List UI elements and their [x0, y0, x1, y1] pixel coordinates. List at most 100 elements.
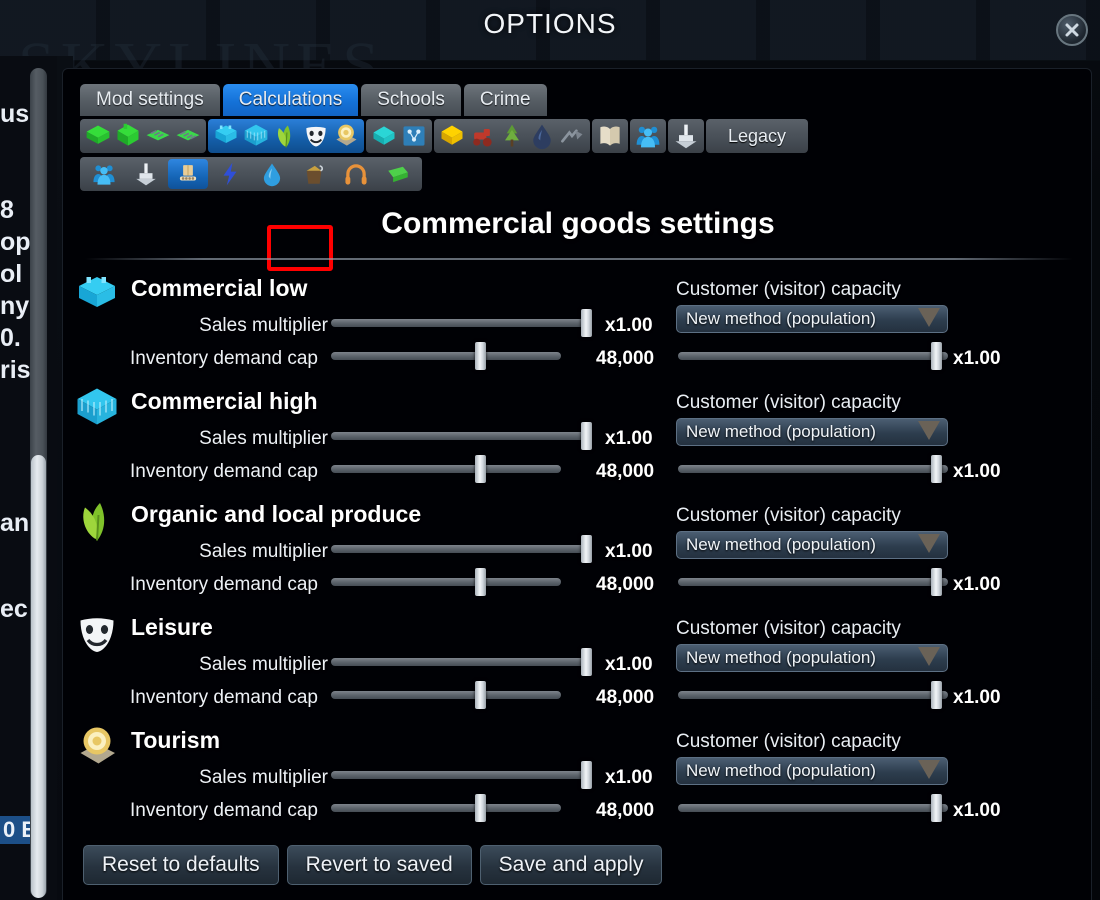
citizens-icon[interactable]	[84, 159, 124, 189]
sales-multiplier-slider-thumb[interactable]	[581, 648, 592, 676]
capacity-method-dropdown[interactable]: New method (population)	[676, 757, 948, 785]
category-group-citizens-group[interactable]	[630, 119, 666, 153]
tab-calculations[interactable]: Calculations	[222, 84, 359, 116]
capacity-multiplier-slider-track[interactable]	[678, 804, 948, 812]
sales-multiplier-slider-track[interactable]	[331, 545, 586, 553]
oil-icon[interactable]	[528, 122, 556, 150]
sales-multiplier-slider-thumb[interactable]	[581, 309, 592, 337]
office-icon[interactable]	[370, 122, 398, 150]
chevron-down-icon[interactable]	[918, 760, 940, 779]
organic-produce-icon[interactable]	[272, 122, 300, 150]
chevron-down-icon[interactable]	[918, 421, 940, 440]
garbage-icon[interactable]	[294, 159, 334, 189]
category-group-office-group[interactable]	[366, 119, 432, 153]
inventory-demand-cap-slider-track[interactable]	[331, 352, 561, 360]
revert-to-saved-button[interactable]: Revert to saved	[286, 845, 472, 885]
capacity-multiplier-slider-thumb[interactable]	[931, 342, 942, 370]
capacity-multiplier-slider-track[interactable]	[678, 691, 948, 699]
tab-crime[interactable]: Crime	[463, 84, 547, 116]
category-group-services-group[interactable]	[668, 119, 704, 153]
category-group-residential-group[interactable]	[80, 119, 206, 153]
sales-multiplier-slider-thumb[interactable]	[581, 422, 592, 450]
res-low-icon[interactable]	[84, 122, 112, 150]
res-high-eco-icon[interactable]	[174, 122, 202, 150]
close-icon[interactable]	[1056, 14, 1088, 46]
inventory-demand-cap-slider-thumb[interactable]	[475, 455, 486, 483]
forestry-icon[interactable]	[498, 122, 526, 150]
customer-capacity-label: Customer (visitor) capacity	[676, 731, 901, 752]
settings-group: Commercial high Customer (visitor) capaci…	[63, 380, 1093, 493]
inventory-demand-cap-value: 48,000	[596, 461, 655, 482]
it-cluster-icon[interactable]	[400, 122, 428, 150]
res-low-eco-icon[interactable]	[144, 122, 172, 150]
capacity-method-dropdown[interactable]: New method (population)	[676, 531, 948, 559]
inventory-demand-cap-slider-track[interactable]	[331, 691, 561, 699]
services-icon[interactable]	[672, 122, 700, 150]
chevron-down-icon[interactable]	[918, 534, 940, 553]
background-text-fragment: risi	[0, 356, 34, 384]
book-icon[interactable]	[596, 122, 624, 150]
inventory-demand-cap-slider-thumb[interactable]	[475, 794, 486, 822]
page-title: OPTIONS	[483, 8, 617, 39]
sales-multiplier-slider-track[interactable]	[331, 319, 586, 327]
capacity-multiplier-slider-thumb[interactable]	[931, 681, 942, 709]
sales-multiplier-slider-track[interactable]	[331, 771, 586, 779]
capacity-multiplier-slider-track[interactable]	[678, 352, 948, 360]
category-group-industry-group[interactable]	[434, 119, 590, 153]
capacity-multiplier-slider-thumb[interactable]	[931, 794, 942, 822]
capacity-multiplier-value: x1.00	[953, 461, 1001, 482]
chevron-down-icon[interactable]	[918, 647, 940, 666]
chevron-down-icon[interactable]	[918, 308, 940, 327]
money-icon[interactable]	[378, 159, 418, 189]
capacity-multiplier-slider-track[interactable]	[678, 465, 948, 473]
sales-multiplier-value: x1.00	[605, 654, 653, 675]
ore-icon[interactable]	[558, 122, 586, 150]
inventory-demand-cap-slider-track[interactable]	[331, 465, 561, 473]
inventory-demand-cap-slider-thumb[interactable]	[475, 342, 486, 370]
sales-multiplier-slider-track[interactable]	[331, 658, 586, 666]
entertainment-icon[interactable]	[336, 159, 376, 189]
commercial-goods-icon[interactable]	[168, 159, 208, 189]
customer-capacity-label: Customer (visitor) capacity	[676, 392, 901, 413]
electricity-icon[interactable]	[210, 159, 250, 189]
services-icon[interactable]	[126, 159, 166, 189]
left-scrollbar-thumb[interactable]	[31, 455, 46, 898]
inventory-demand-cap-slider-track[interactable]	[331, 804, 561, 812]
sales-multiplier-value: x1.00	[605, 767, 653, 788]
reset-to-defaults-button[interactable]: Reset to defaults	[83, 845, 279, 885]
capacity-method-dropdown[interactable]: New method (population)	[676, 644, 948, 672]
res-high-icon[interactable]	[114, 122, 142, 150]
commercial-low-icon[interactable]	[212, 122, 240, 150]
sales-multiplier-slider-track[interactable]	[331, 432, 586, 440]
water-icon[interactable]	[252, 159, 292, 189]
inventory-demand-cap-label: Inventory demand cap	[129, 800, 318, 821]
inventory-demand-cap-slider-thumb[interactable]	[475, 681, 486, 709]
tab-schools[interactable]: Schools	[361, 84, 461, 116]
capacity-method-dropdown[interactable]: New method (population)	[676, 305, 948, 333]
sales-multiplier-label: Sales multiplier	[199, 767, 328, 788]
tourism-icon[interactable]	[332, 122, 360, 150]
inventory-demand-cap-slider-thumb[interactable]	[475, 568, 486, 596]
farming-icon[interactable]	[468, 122, 496, 150]
inventory-demand-cap-slider-track[interactable]	[331, 578, 561, 586]
settings-group: Commercial low Customer (visitor) capacit…	[63, 267, 1093, 380]
capacity-multiplier-slider-thumb[interactable]	[931, 455, 942, 483]
settings-list: Commercial low Customer (visitor) capacit…	[63, 267, 1093, 832]
sales-multiplier-slider-thumb[interactable]	[581, 761, 592, 789]
citizens-icon[interactable]	[634, 122, 662, 150]
category-group-legacy-group[interactable]: Legacy	[706, 119, 809, 153]
save-and-apply-button[interactable]: Save and apply	[479, 845, 663, 885]
capacity-multiplier-slider-track[interactable]	[678, 578, 948, 586]
background-text-fragment: ny	[0, 292, 30, 320]
capacity-multiplier-slider-thumb[interactable]	[931, 568, 942, 596]
category-group-commercial-group[interactable]	[208, 119, 364, 153]
customer-capacity-label: Customer (visitor) capacity	[676, 505, 901, 526]
capacity-method-dropdown[interactable]: New method (population)	[676, 418, 948, 446]
commercial-high-icon[interactable]	[242, 122, 270, 150]
generic-industry-icon[interactable]	[438, 122, 466, 150]
sales-multiplier-slider-thumb[interactable]	[581, 535, 592, 563]
tab-mod-settings[interactable]: Mod settings	[80, 84, 220, 116]
category-group-education-group[interactable]	[592, 119, 628, 153]
leisure-icon[interactable]	[302, 122, 330, 150]
capacity-method-value: New method (population)	[686, 648, 876, 667]
